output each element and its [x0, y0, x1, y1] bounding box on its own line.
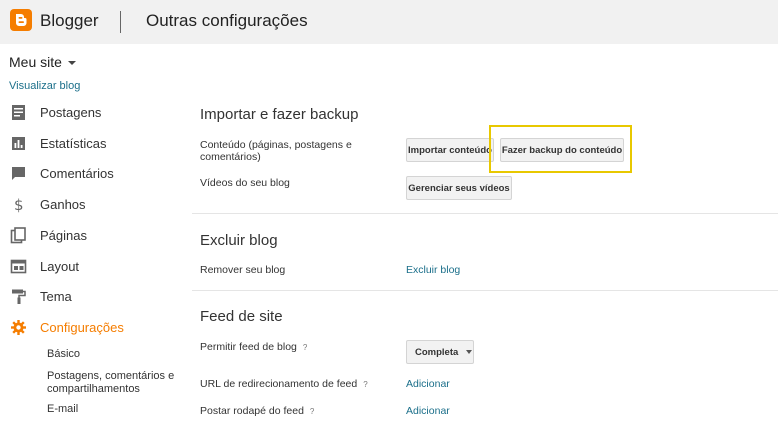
sidebar-item-label: Layout [40, 259, 80, 274]
section-title-import-backup: Importar e fazer backup [200, 106, 359, 123]
sidebar-item-comments[interactable]: Comentários [0, 162, 180, 186]
sidebar-item-label: Postagens [40, 105, 102, 120]
remove-blog-label: Remover seu blog [200, 264, 286, 276]
sidebar-item-label: Comentários [40, 166, 114, 181]
sidebar-item-theme[interactable]: Tema [0, 285, 180, 309]
add-redirect-link[interactable]: Adicionar [406, 378, 450, 390]
top-bar: Blogger Outras configurações [0, 0, 778, 44]
help-icon[interactable]: ? [303, 342, 307, 354]
sidebar-item-stats[interactable]: Estatísticas [0, 132, 180, 156]
feed-footer-row: Postar rodapé do feed? [200, 405, 314, 418]
import-content-button[interactable]: Importar conteúdo [406, 138, 494, 162]
highlight-box [489, 125, 632, 173]
sidebar-item-settings[interactable]: Configurações [0, 316, 180, 340]
sidebar-item-label: Estatísticas [40, 136, 107, 151]
help-icon[interactable]: ? [310, 406, 314, 418]
sidebar-item-label: Tema [40, 289, 72, 304]
header-divider [120, 11, 121, 33]
sidebar-item-label: Ganhos [40, 197, 86, 212]
sidebar-item-earnings[interactable]: $ Ganhos [0, 193, 180, 217]
layout-icon [10, 259, 27, 274]
sidebar-item-layout[interactable]: Layout [0, 255, 180, 279]
videos-label: Vídeos do seu blog [200, 177, 290, 189]
pages-icon [10, 227, 26, 244]
add-feed-footer-link[interactable]: Adicionar [406, 405, 450, 417]
allow-feed-value: Completa [415, 346, 459, 358]
section-title-site-feed: Feed de site [200, 308, 283, 325]
allow-feed-dropdown[interactable]: Completa [406, 340, 474, 364]
sidebar-subitem-basic[interactable]: Básico [47, 348, 187, 361]
section-divider [192, 213, 778, 214]
redirect-row: URL de redirecionamento de feed? [200, 378, 368, 391]
view-blog-link[interactable]: Visualizar blog [9, 80, 80, 92]
svg-text:$: $ [14, 196, 24, 213]
stats-icon [12, 137, 25, 150]
section-divider [192, 290, 778, 291]
dollar-icon: $ [14, 196, 24, 213]
comments-icon [12, 167, 25, 180]
allow-feed-row: Permitir feed de blog? [200, 341, 307, 354]
chevron-down-icon [466, 350, 473, 354]
blogger-logo-icon[interactable] [10, 9, 32, 31]
redirect-label: URL de redirecionamento de feed [200, 378, 358, 390]
site-name: Meu site [9, 54, 62, 70]
sidebar-item-label: Páginas [40, 228, 87, 243]
paint-roller-icon [12, 289, 26, 304]
manage-videos-button[interactable]: Gerenciar seus vídeos [406, 176, 512, 200]
delete-blog-link[interactable]: Excluir blog [406, 264, 460, 276]
sidebar-item-pages[interactable]: Páginas [0, 224, 180, 248]
sidebar-item-label: Configurações [40, 320, 124, 335]
section-title-delete-blog: Excluir blog [200, 232, 278, 249]
site-selector[interactable]: Meu site [9, 54, 76, 70]
help-icon[interactable]: ? [363, 379, 367, 391]
posts-icon [12, 105, 25, 120]
content-label: Conteúdo (páginas, postagens e comentári… [200, 139, 352, 163]
sidebar-subitem-email[interactable]: E-mail [47, 403, 187, 416]
allow-feed-label: Permitir feed de blog [200, 341, 297, 353]
brand-name[interactable]: Blogger [40, 11, 99, 31]
chevron-down-icon [67, 61, 76, 66]
sidebar-item-posts[interactable]: Postagens [0, 101, 180, 125]
feed-footer-label: Postar rodapé do feed [200, 405, 304, 417]
page-title: Outras configurações [146, 11, 308, 30]
sidebar-subitem-posts-comments-sharing[interactable]: Postagens, comentários e compartilhament… [47, 370, 187, 396]
gear-icon [11, 320, 26, 335]
